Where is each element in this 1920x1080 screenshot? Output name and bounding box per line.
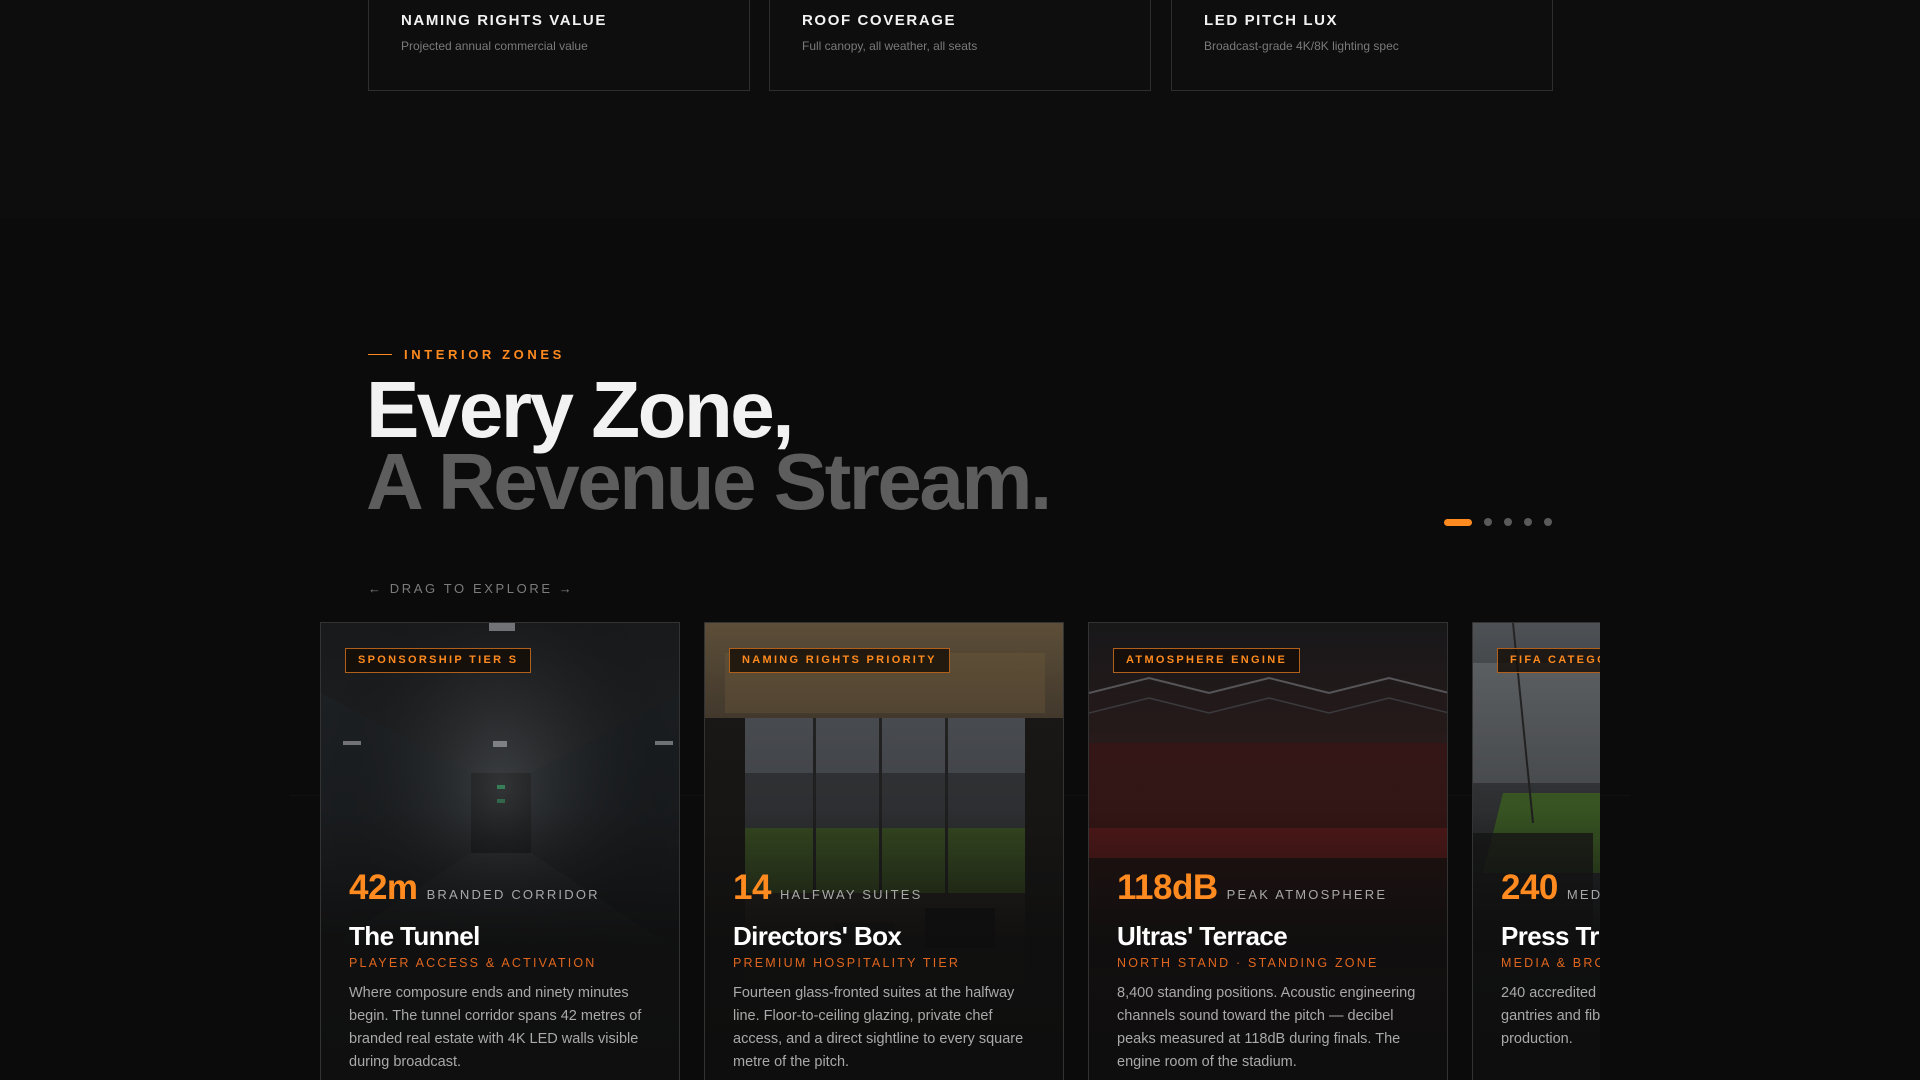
stat-card-led-pitch-lux: LED PITCH LUX Broadcast-grade 4K/8K ligh… xyxy=(1171,0,1553,91)
metric-label: HALFWAY SUITES xyxy=(779,887,923,902)
section-headline: Every Zone, A Revenue Stream. xyxy=(366,365,1052,526)
card-description: Fourteen glass-fronted suites at the hal… xyxy=(733,985,1024,1070)
metric-value: 118dB xyxy=(1117,868,1218,907)
stat-card-roof-coverage: ROOF COVERAGE Full canopy, all weather, … xyxy=(769,0,1151,91)
eyebrow-text: INTERIOR ZONES xyxy=(404,347,565,362)
zone-carousel[interactable]: SPONSORSHIP TIER S 42m BRANDED CORRIDOR … xyxy=(320,622,1600,1080)
card-description: 8,400 standing positions. Acoustic engin… xyxy=(1117,985,1416,1070)
card-title: Press Tribune xyxy=(1501,921,1600,951)
card-subtitle: PREMIUM HOSPITALITY TIER xyxy=(733,956,961,970)
card-badge: SPONSORSHIP TIER S xyxy=(345,648,532,673)
card-description: Where composure ends and ninety minutes … xyxy=(349,985,642,1070)
page: NAMING RIGHTS VALUE Projected annual com… xyxy=(0,0,1920,1080)
zone-card-ultras-terrace[interactable]: ATMOSPHERE ENGINE 118dB PEAK ATMOSPHERE … xyxy=(1088,622,1448,1080)
metric-label: PEAK ATMOSPHERE xyxy=(1226,887,1388,902)
stat-title: LED PITCH LUX xyxy=(1204,12,1339,29)
stat-desc: Projected annual commercial value xyxy=(401,39,588,53)
metric-label: BRANDED CORRIDOR xyxy=(426,887,600,902)
card-title: Ultras' Terrace xyxy=(1117,921,1288,951)
card-metric: 42m BRANDED CORRIDOR xyxy=(349,868,600,908)
zone-card-press-tribune[interactable]: FIFA CATEGORY 240 MEDIA POSITIONS Press … xyxy=(1472,622,1600,1080)
stat-title: ROOF COVERAGE xyxy=(802,12,957,29)
section-eyebrow: INTERIOR ZONES xyxy=(368,347,565,362)
carousel-dot-2[interactable] xyxy=(1484,518,1492,526)
drag-hint: ← DRAG TO EXPLORE → xyxy=(368,581,575,596)
carousel-dots xyxy=(1444,518,1552,526)
card-badge: ATMOSPHERE ENGINE xyxy=(1113,648,1301,673)
carousel-dot-1[interactable] xyxy=(1444,518,1472,526)
card-badge: NAMING RIGHTS PRIORITY xyxy=(729,648,950,673)
card-badge: FIFA CATEGORY xyxy=(1497,648,1600,673)
card-metric: 240 MEDIA POSITIONS xyxy=(1501,868,1600,908)
card-title: The Tunnel xyxy=(349,921,480,951)
metric-label: MEDIA POSITIONS xyxy=(1566,887,1600,902)
stats-section: NAMING RIGHTS VALUE Projected annual com… xyxy=(0,0,1920,218)
stat-desc: Broadcast-grade 4K/8K lighting spec xyxy=(1204,39,1399,53)
zone-card-tunnel[interactable]: SPONSORSHIP TIER S 42m BRANDED CORRIDOR … xyxy=(320,622,680,1080)
headline-line-1: Every Zone, xyxy=(366,365,795,454)
card-subtitle: NORTH STAND · STANDING ZONE xyxy=(1117,956,1379,970)
card-subtitle: MEDIA & BROADCAST xyxy=(1501,956,1600,970)
card-description: 240 accredited media positions with broa… xyxy=(1501,985,1600,1047)
eyebrow-line xyxy=(368,354,392,355)
metric-value: 14 xyxy=(733,868,771,907)
carousel-dot-3[interactable] xyxy=(1504,518,1512,526)
stat-desc: Full canopy, all weather, all seats xyxy=(802,39,978,53)
card-subtitle: PLAYER ACCESS & ACTIVATION xyxy=(349,956,597,970)
metric-value: 42m xyxy=(349,868,418,907)
card-title: Directors' Box xyxy=(733,921,902,951)
carousel-dot-5[interactable] xyxy=(1544,518,1552,526)
stat-card-naming-rights: NAMING RIGHTS VALUE Projected annual com… xyxy=(368,0,750,91)
carousel-dot-4[interactable] xyxy=(1524,518,1532,526)
card-metric: 118dB PEAK ATMOSPHERE xyxy=(1117,868,1387,908)
metric-value: 240 xyxy=(1501,868,1558,907)
card-metric: 14 HALFWAY SUITES xyxy=(733,868,922,908)
stat-title: NAMING RIGHTS VALUE xyxy=(401,12,607,29)
zone-card-directors-box[interactable]: NAMING RIGHTS PRIORITY 14 HALFWAY SUITES… xyxy=(704,622,1064,1080)
headline-line-2: A Revenue Stream. xyxy=(366,437,1052,526)
